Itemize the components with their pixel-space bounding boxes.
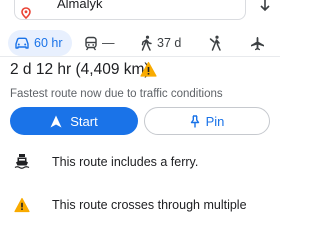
route-time: 2 d 12 hr (10, 61, 72, 78)
ride-icon (209, 35, 221, 51)
pushpin-icon (190, 114, 199, 127)
route-duration: 2 d 12 hr (4,409 km) (10, 61, 150, 79)
warning-icon (140, 61, 157, 77)
pin-button[interactable]: Pin (144, 107, 270, 135)
location-pin-icon (21, 7, 31, 19)
tab-ride[interactable] (208, 30, 226, 56)
tab-flight[interactable] (250, 30, 269, 56)
start-button-label: Start (70, 113, 98, 129)
destination-input[interactable]: Almalyk (57, 0, 103, 11)
pin-button-label: Pin (205, 113, 225, 129)
border-notice: This route crosses through multiple (52, 198, 247, 212)
tab-drive[interactable]: 60 hr (8, 30, 72, 56)
tab-transit[interactable]: — (84, 30, 115, 56)
navigation-arrow-icon (50, 115, 62, 127)
walk-icon (141, 35, 152, 51)
route-subtitle: Fastest route now due to traffic conditi… (10, 88, 223, 100)
tab-walk[interactable]: 37 d (140, 30, 181, 56)
plane-icon (251, 36, 264, 50)
ferry-icon (14, 154, 30, 169)
travel-mode-tabs: 60 hr — 37 d (0, 30, 280, 58)
tab-transit-label: — (102, 36, 115, 50)
tab-walk-label: 37 d (157, 36, 182, 50)
train-icon (85, 36, 97, 50)
start-button[interactable]: Start (10, 107, 138, 135)
ferry-notice: This route includes a ferry. (52, 155, 199, 169)
destination-field[interactable]: Almalyk (14, 0, 246, 20)
car-icon (15, 37, 29, 49)
route-distance: (4,409 km) (75, 61, 150, 78)
swap-arrow-icon[interactable] (258, 0, 272, 12)
warning-icon (14, 197, 30, 213)
tab-drive-label: 60 hr (34, 36, 63, 50)
divider (0, 56, 280, 57)
